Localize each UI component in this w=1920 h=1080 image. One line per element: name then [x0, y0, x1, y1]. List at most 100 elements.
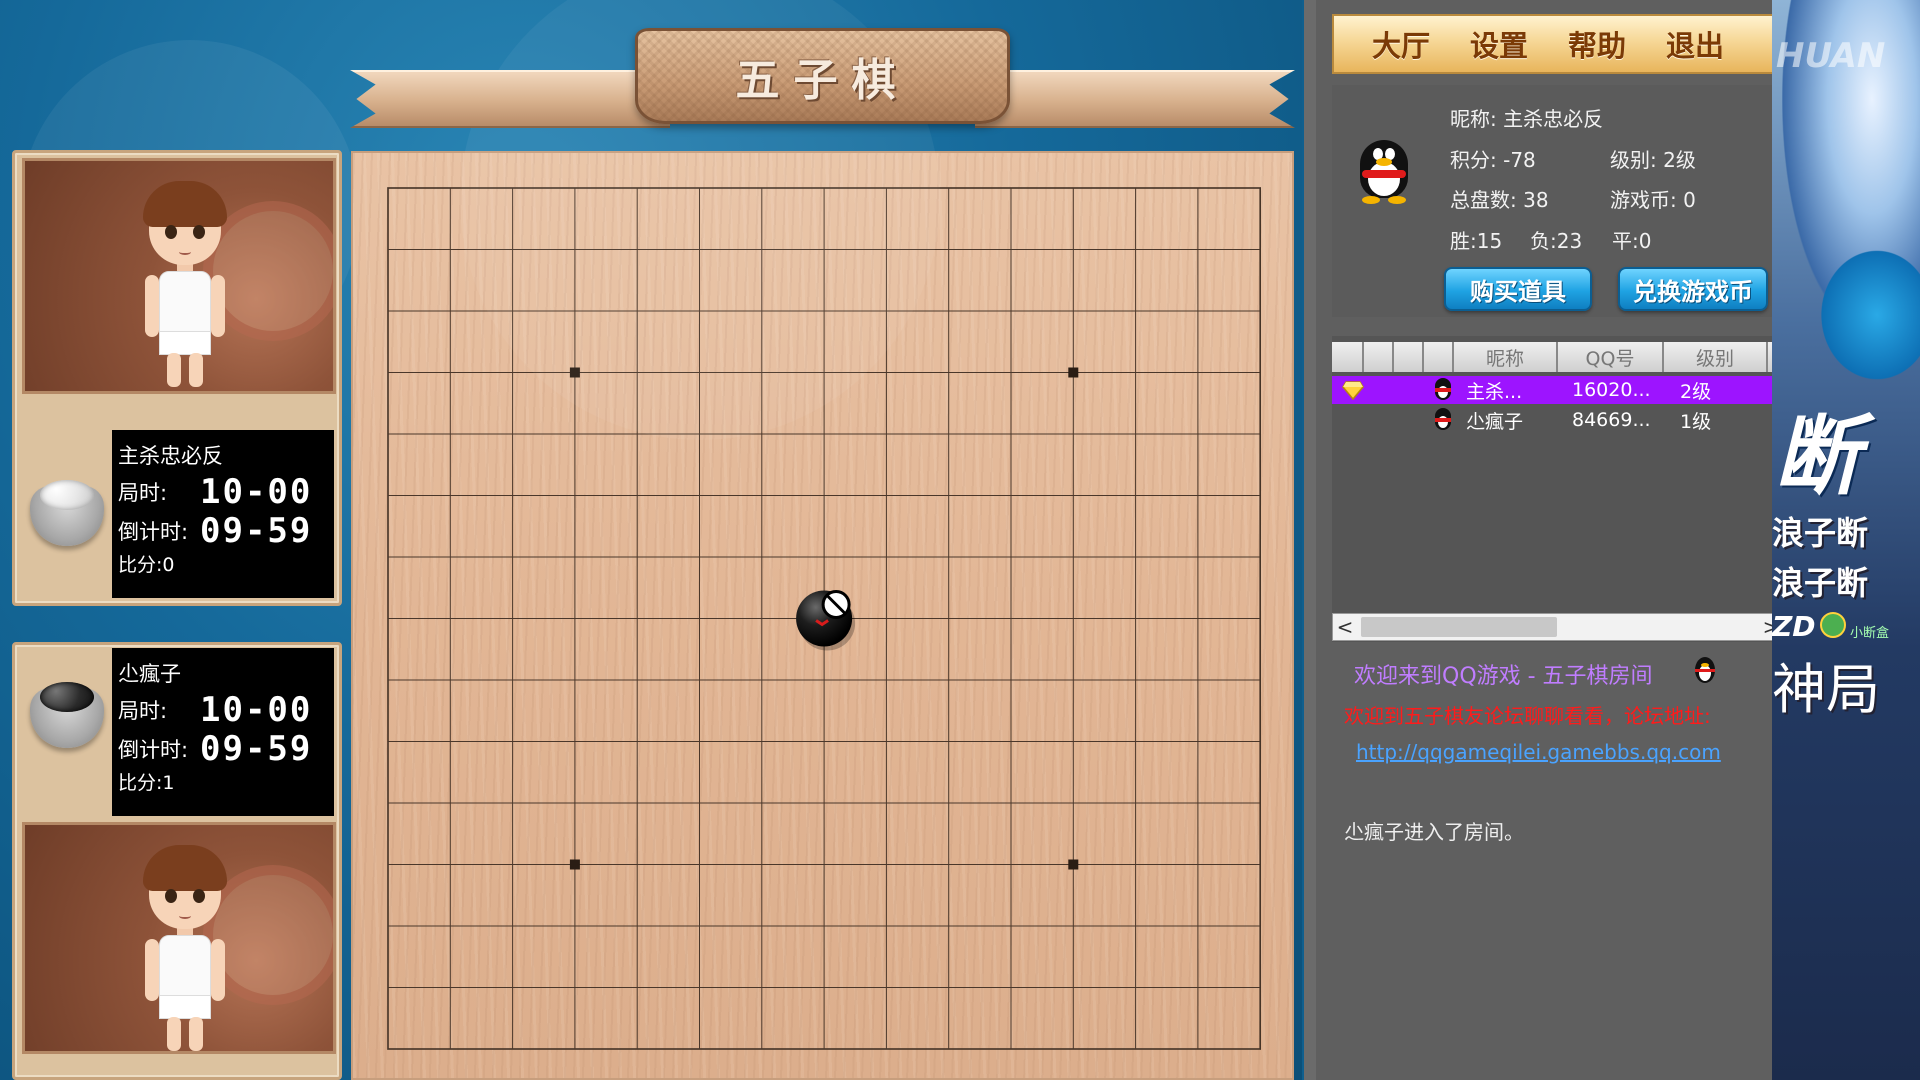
countdown-label: 倒计时: — [118, 737, 189, 762]
draws-value: 0 — [1638, 229, 1652, 253]
title-ribbon: 五子棋 — [350, 28, 1295, 138]
player2-countdown-row: 倒计时: 09-59 — [118, 728, 328, 769]
game-title: 五子棋 — [735, 55, 910, 106]
menu-help[interactable]: 帮助 — [1568, 23, 1626, 65]
game-area: 五子棋 主杀忠必反 局时: 10-00 倒计时: 09-59 比分:0 尐瘋子 … — [0, 0, 1302, 1080]
menu-bar: 大厅 设置 帮助 退出 — [1332, 14, 1784, 74]
user-level: 2级 — [1680, 380, 1712, 403]
stream-overlay: HUAN 断 浪子断 浪子断 ZD 小断盒 神局 — [1772, 0, 1920, 1080]
player1-name: 主杀忠必反 — [118, 444, 223, 468]
wins-field: 胜:15 — [1450, 225, 1502, 254]
qq-user-icon — [1432, 378, 1454, 402]
chat-area: 欢迎来到QQ游戏 - 五子棋房间 欢迎到五子棋友论坛聊聊看看，论坛地址: htt… — [1332, 652, 1784, 1080]
player2-panel: 尐瘋子 局时: 10-00 倒计时: 09-59 比分:1 — [12, 642, 342, 1080]
points-field: 积分: -78 — [1450, 144, 1536, 173]
player1-countdown: 09-59 — [200, 510, 313, 551]
points-value: -78 — [1503, 148, 1536, 172]
player2-score: 1 — [162, 772, 175, 794]
user-name: 尐瘋子 — [1466, 410, 1524, 433]
player1-score-row: 比分:0 — [118, 550, 328, 580]
user-qq: 16020... — [1572, 379, 1651, 401]
profile-box: 昵称: 主杀忠必反 积分: -78 级别: 2级 总盘数: 38 游戏币: 0 … — [1332, 85, 1784, 317]
user-qq: 84669... — [1572, 409, 1651, 431]
player2-info-box: 尐瘋子 局时: 10-00 倒计时: 09-59 比分:1 — [112, 648, 334, 816]
game-time-label: 局时: — [118, 480, 168, 505]
header-col-level[interactable]: 级别 — [1664, 342, 1768, 372]
qq-penguin-avatar-icon — [1354, 140, 1414, 206]
scrollbar-thumb[interactable] — [1361, 617, 1557, 637]
buy-items-button[interactable]: 购买道具 — [1444, 267, 1592, 311]
menu-exit[interactable]: 退出 — [1666, 23, 1724, 65]
score-label: 比分: — [118, 554, 163, 576]
losses-field: 负:23 — [1530, 225, 1582, 254]
anime-character-hand — [1812, 240, 1920, 390]
not-allowed-cursor-icon — [821, 590, 851, 619]
gomoku-board[interactable] — [351, 151, 1294, 1080]
star-point — [569, 367, 580, 378]
score-label: 比分: — [118, 772, 163, 794]
user-row[interactable]: 主杀... 16020... 2级 — [1332, 376, 1784, 404]
player2-name: 尐瘋子 — [118, 662, 181, 686]
overlay-banner-2: 浪子断 — [1772, 564, 1869, 602]
coins-value: 0 — [1683, 188, 1696, 212]
player2-score-row: 比分:1 — [118, 768, 328, 798]
player1-info-box: 主杀忠必反 局时: 10-00 倒计时: 09-59 比分:0 — [112, 430, 334, 598]
header-col-icon4[interactable] — [1424, 342, 1454, 372]
overlay-big-text: 断 — [1774, 407, 1860, 507]
qq-penguin-icon — [1695, 657, 1715, 683]
header-col-icon3[interactable] — [1394, 342, 1424, 372]
losses-value: 23 — [1556, 229, 1583, 253]
header-col-icon1[interactable] — [1332, 342, 1364, 372]
user-row[interactable]: 尐瘋子 84669... 1级 — [1332, 406, 1784, 434]
nickname-label: 昵称: — [1450, 107, 1497, 131]
welcome-message: 欢迎来到QQ游戏 - 五子棋房间 — [1354, 664, 1653, 689]
black-stone-bowl-icon — [30, 678, 104, 748]
user-list-scrollbar[interactable]: < > — [1332, 613, 1784, 641]
overlay-tag: ZD — [1772, 610, 1816, 643]
menu-settings[interactable]: 设置 — [1470, 23, 1528, 65]
level-value: 2级 — [1663, 148, 1696, 172]
total-games-value: 38 — [1523, 188, 1549, 212]
player2-countdown: 09-59 — [200, 728, 313, 769]
exchange-coins-button[interactable]: 兑换游戏币 — [1618, 267, 1768, 311]
coins-label: 游戏币: — [1610, 188, 1677, 212]
player2-game-time-row: 局时: 10-00 — [118, 690, 328, 730]
player1-info-row: 主杀忠必反 局时: 10-00 倒计时: 09-59 比分:0 — [15, 430, 339, 600]
draws-field: 平:0 — [1612, 225, 1651, 254]
header-col-qq[interactable]: QQ号 — [1558, 342, 1664, 372]
coins-field: 游戏币: 0 — [1610, 184, 1696, 213]
user-list-header: 昵称 QQ号 级别 — [1332, 342, 1784, 372]
menu-lobby[interactable]: 大厅 — [1372, 23, 1430, 65]
wins-label: 胜: — [1450, 229, 1477, 253]
overlay-watermark: HUAN — [1776, 36, 1886, 76]
character-avatar — [135, 181, 235, 391]
ribbon-tail-left — [350, 70, 670, 128]
header-col-icon2[interactable] — [1364, 342, 1394, 372]
qq-user-icon — [1432, 408, 1454, 432]
board-grid[interactable] — [353, 153, 1296, 1080]
level-label: 级别: — [1610, 148, 1657, 172]
user-list: 昵称 QQ号 级别 主杀... 16020... 2级 尐瘋子 84669...… — [1332, 336, 1784, 642]
nickname-field: 昵称: 主杀忠必反 — [1450, 103, 1603, 132]
ribbon-tail-right — [975, 70, 1295, 128]
side-panel: 大厅 设置 帮助 退出 昵称: 主杀忠必反 积分: -78 级别: 2级 总盘数… — [1304, 0, 1784, 1080]
total-games-field: 总盘数: 38 — [1450, 184, 1549, 213]
scroll-left-icon[interactable]: < — [1333, 614, 1357, 640]
shield-badge-icon — [1820, 612, 1846, 638]
player2-avatar — [22, 822, 336, 1054]
countdown-label: 倒计时: — [118, 519, 189, 544]
draws-label: 平: — [1612, 229, 1639, 253]
white-stone-bowl-icon — [30, 476, 104, 546]
user-name: 主杀... — [1466, 380, 1523, 403]
player1-avatar — [22, 158, 336, 394]
ribbon-center: 五子棋 — [635, 28, 1010, 124]
total-games-label: 总盘数: — [1450, 188, 1517, 212]
header-col-nickname[interactable]: 昵称 — [1454, 342, 1558, 372]
forum-notice: 欢迎到五子棋友论坛聊聊看看，论坛地址: — [1344, 704, 1711, 728]
points-label: 积分: — [1450, 148, 1497, 172]
player1-panel: 主杀忠必反 局时: 10-00 倒计时: 09-59 比分:0 — [12, 150, 342, 606]
diamond-icon — [1342, 381, 1364, 400]
star-point — [569, 859, 580, 870]
player1-countdown-row: 倒计时: 09-59 — [118, 510, 328, 551]
forum-link[interactable]: http://qqgameqilei.gamebbs.qq.com — [1356, 740, 1721, 764]
